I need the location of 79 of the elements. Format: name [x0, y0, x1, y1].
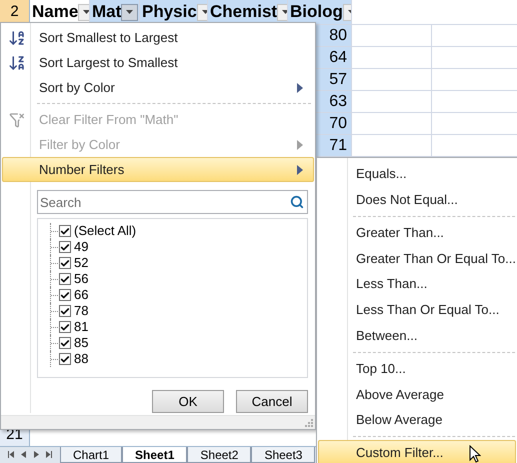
caret-icon — [282, 10, 287, 14]
check-icon — [60, 306, 70, 316]
search-field[interactable]: Search — [37, 190, 308, 214]
list-item-label: 78 — [74, 302, 88, 320]
list-item-label: 81 — [74, 318, 88, 336]
menu-item[interactable]: Greater Than... — [318, 220, 516, 246]
list-item-label: 88 — [74, 350, 88, 368]
sheet-tab[interactable]: Chart1 — [60, 447, 122, 463]
sheet-tab[interactable]: Sheet3 — [251, 447, 316, 463]
filter-dropdown-button[interactable] — [121, 4, 138, 20]
table-cell-text: 80 — [329, 26, 347, 46]
list-item-label: (Select All) — [74, 222, 136, 240]
menu-item[interactable]: Number Filters — [2, 157, 314, 182]
table-cell-text: 57 — [329, 70, 347, 90]
menu-item[interactable]: Custom Filter... — [318, 440, 516, 463]
dialog-button[interactable]: OK — [152, 390, 224, 413]
search-icon — [290, 195, 304, 209]
resize-grip-icon — [305, 419, 313, 427]
menu-item[interactable]: Top 10... — [318, 356, 516, 382]
check-icon — [60, 258, 70, 268]
row-header: 2 — [0, 0, 30, 24]
check-icon — [60, 354, 70, 364]
caret-icon — [202, 10, 207, 14]
column-label: Physic — [142, 1, 197, 24]
check-icon — [60, 322, 70, 332]
checkbox[interactable] — [59, 289, 71, 301]
menu-item[interactable]: Less Than Or Equal To... — [318, 297, 516, 323]
previous-sheet-icon — [21, 450, 26, 458]
menu-item[interactable]: Greater Than Or Equal To... — [318, 245, 516, 272]
caret-icon — [126, 10, 134, 14]
table-cell-text: 64 — [329, 48, 347, 68]
first-sheet-icon — [8, 450, 14, 458]
column-label: Biolog — [290, 1, 343, 24]
last-sheet-icon — [46, 450, 52, 458]
clear-filter-icon — [9, 112, 25, 128]
menu-item[interactable]: Sort Largest to Smallest — [2, 50, 314, 75]
checkbox[interactable] — [59, 273, 71, 285]
table-cell-text: 70 — [329, 114, 347, 134]
dialog-button[interactable]: Cancel — [236, 390, 308, 413]
menu-item[interactable]: Above Average — [318, 382, 516, 408]
sheet-tab[interactable]: Sheet1 — [122, 447, 188, 463]
check-icon — [60, 226, 70, 236]
checkbox[interactable] — [59, 337, 71, 349]
table-cell-text: 71 — [329, 136, 347, 156]
column-label: Name — [32, 1, 78, 24]
menu-item[interactable]: Equals... — [318, 161, 516, 187]
sort-descending-icon — [8, 54, 26, 72]
check-icon — [60, 290, 70, 300]
table-cell-text: 63 — [329, 92, 347, 112]
list-item-label: 85 — [74, 334, 88, 352]
menu-item[interactable]: Between... — [318, 322, 516, 349]
list-item-label: 66 — [74, 286, 88, 304]
mouse-pointer-icon — [469, 445, 481, 463]
check-icon — [60, 338, 70, 348]
checkbox[interactable] — [59, 321, 71, 333]
checkbox[interactable] — [59, 257, 71, 269]
list-item-label: 52 — [74, 254, 88, 272]
submenu-arrow-icon — [297, 82, 303, 92]
list-item-label: 49 — [74, 238, 88, 256]
menu-item[interactable]: Sort Smallest to Largest — [2, 25, 314, 50]
checkbox[interactable] — [59, 241, 71, 253]
checkbox[interactable] — [59, 225, 71, 237]
sheet-tab[interactable]: Sheet2 — [187, 447, 252, 463]
menu-item[interactable]: Less Than... — [318, 271, 516, 298]
column-label: Chemist — [210, 1, 278, 24]
sort-ascending-icon — [8, 28, 26, 46]
next-sheet-icon — [34, 450, 39, 458]
menu-item[interactable]: Does Not Equal... — [318, 186, 516, 213]
caret-icon — [83, 10, 89, 14]
menu-item[interactable]: Sort by Color — [2, 75, 314, 100]
submenu-arrow-icon — [297, 164, 303, 174]
list-item-label: 56 — [74, 270, 88, 288]
column-label: Mat — [92, 1, 122, 24]
submenu-arrow-icon — [297, 140, 303, 150]
check-icon — [60, 242, 70, 252]
checkbox[interactable] — [59, 305, 71, 317]
checkbox[interactable] — [59, 353, 71, 365]
check-icon — [60, 274, 70, 284]
menu-item[interactable]: Below Average — [318, 407, 516, 434]
